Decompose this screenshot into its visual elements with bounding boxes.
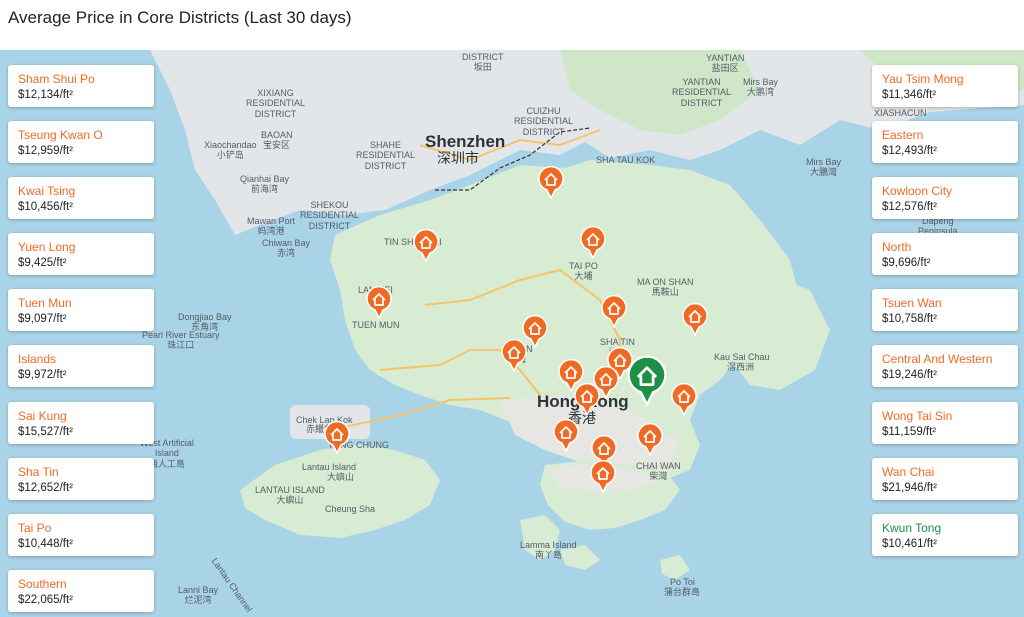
house-pin-icon xyxy=(413,228,439,263)
house-pin-icon xyxy=(601,294,627,329)
district-price: $15,527/ft² xyxy=(18,426,73,438)
district-name: Kowloon City xyxy=(882,184,953,198)
house-pin-icon xyxy=(324,420,350,455)
house-pin-icon xyxy=(366,285,392,320)
marker-southern[interactable] xyxy=(590,459,616,494)
district-name: Sai Kung xyxy=(18,409,67,423)
district-card-sai-kung[interactable]: Sai Kung $15,527/ft² xyxy=(8,402,154,444)
district-name: Kwun Tong xyxy=(882,521,942,535)
house-pin-icon xyxy=(627,355,667,408)
district-price: $22,065/ft² xyxy=(18,594,73,606)
district-name: Yuen Long xyxy=(18,240,76,254)
house-pin-icon xyxy=(574,382,600,417)
house-pin-icon xyxy=(538,165,564,200)
district-name: Tai Po xyxy=(18,521,52,535)
marker-tai-po[interactable] xyxy=(580,225,606,260)
district-name: Yau Tsim Mong xyxy=(882,72,964,86)
district-price: $9,097/ft² xyxy=(18,313,67,325)
district-card-eastern[interactable]: Eastern $12,493/ft² xyxy=(872,121,1018,163)
district-price: $12,576/ft² xyxy=(882,201,937,213)
marker-kwai-tsing[interactable] xyxy=(501,338,527,373)
district-name: Southern xyxy=(18,577,67,591)
district-card-tsuen-wan[interactable]: Tsuen Wan $10,758/ft² xyxy=(872,289,1018,331)
map[interactable]: Shenzhen 深圳市 Hong Kong 香港 Lantau Island … xyxy=(0,50,1024,617)
district-price: $9,696/ft² xyxy=(882,257,931,269)
district-price: $11,159/ft² xyxy=(882,426,937,438)
district-card-kwun-tong[interactable]: Kwun Tong $10,461/ft² xyxy=(872,514,1018,556)
marker-yuen-long[interactable] xyxy=(413,228,439,263)
district-card-southern[interactable]: Southern $22,065/ft² xyxy=(8,570,154,612)
district-card-kwai-tsing[interactable]: Kwai Tsing $10,456/ft² xyxy=(8,177,154,219)
district-name: Sha Tin xyxy=(18,465,59,479)
house-pin-icon xyxy=(590,459,616,494)
district-name: Tseung Kwan O xyxy=(18,128,103,142)
district-card-tai-po[interactable]: Tai Po $10,448/ft² xyxy=(8,514,154,556)
district-price: $11,346/ft² xyxy=(882,89,937,101)
district-card-yuen-long[interactable]: Yuen Long $9,425/ft² xyxy=(8,233,154,275)
district-card-tseung-kwan-o[interactable]: Tseung Kwan O $12,959/ft² xyxy=(8,121,154,163)
marker-kwun-tong[interactable] xyxy=(627,354,667,408)
district-price: $9,972/ft² xyxy=(18,369,67,381)
district-price: $12,493/ft² xyxy=(882,145,937,157)
district-name: Tsuen Wan xyxy=(882,296,942,310)
district-name: Sham Shui Po xyxy=(18,72,95,86)
marker-yau-tsim-mong[interactable] xyxy=(574,382,600,417)
district-price: $10,461/ft² xyxy=(882,538,937,550)
house-pin-icon xyxy=(580,225,606,260)
district-name: Islands xyxy=(18,352,57,366)
district-name: Kwai Tsing xyxy=(18,184,76,198)
marker-sai-kung[interactable] xyxy=(682,302,708,337)
house-pin-icon xyxy=(501,338,527,373)
district-price: $21,946/ft² xyxy=(882,482,937,494)
district-price: $12,134/ft² xyxy=(18,89,73,101)
marker-tseung-kwan-o[interactable] xyxy=(671,382,697,417)
district-card-wong-tai-sin[interactable]: Wong Tai Sin $11,159/ft² xyxy=(872,402,1018,444)
district-price: $10,758/ft² xyxy=(882,313,937,325)
district-card-sham-shui-po[interactable]: Sham Shui Po $12,134/ft² xyxy=(8,65,154,107)
district-card-kowloon-city[interactable]: Kowloon City $12,576/ft² xyxy=(872,177,1018,219)
district-price: $12,959/ft² xyxy=(18,145,73,157)
house-pin-icon xyxy=(682,302,708,337)
district-card-tuen-mun[interactable]: Tuen Mun $9,097/ft² xyxy=(8,289,154,331)
marker-sha-tin[interactable] xyxy=(601,294,627,329)
district-price: $10,448/ft² xyxy=(18,538,73,550)
district-price: $12,652/ft² xyxy=(18,482,73,494)
district-card-islands[interactable]: Islands $9,972/ft² xyxy=(8,345,154,387)
marker-eastern[interactable] xyxy=(637,422,663,457)
district-price: $10,456/ft² xyxy=(18,201,73,213)
district-card-sha-tin[interactable]: Sha Tin $12,652/ft² xyxy=(8,458,154,500)
house-pin-icon xyxy=(637,422,663,457)
district-card-wan-chai[interactable]: Wan Chai $21,946/ft² xyxy=(872,458,1018,500)
district-name: Wong Tai Sin xyxy=(882,409,953,423)
marker-north[interactable] xyxy=(538,165,564,200)
house-pin-icon xyxy=(671,382,697,417)
district-card-central-and-western[interactable]: Central And Western $19,246/ft² xyxy=(872,345,1018,387)
marker-tuen-mun[interactable] xyxy=(366,285,392,320)
house-pin-icon xyxy=(553,418,579,453)
district-name: Tuen Mun xyxy=(18,296,72,310)
district-price: $9,425/ft² xyxy=(18,257,67,269)
district-name: Central And Western xyxy=(882,352,993,366)
page-title: Average Price in Core Districts (Last 30… xyxy=(8,8,352,27)
district-price: $19,246/ft² xyxy=(882,369,937,381)
district-name: Wan Chai xyxy=(882,465,935,479)
marker-islands[interactable] xyxy=(324,420,350,455)
district-name: North xyxy=(882,240,912,254)
district-card-yau-tsim-mong[interactable]: Yau Tsim Mong $11,346/ft² xyxy=(872,65,1018,107)
district-card-north[interactable]: North $9,696/ft² xyxy=(872,233,1018,275)
marker-central-western[interactable] xyxy=(553,418,579,453)
district-name: Eastern xyxy=(882,128,924,142)
